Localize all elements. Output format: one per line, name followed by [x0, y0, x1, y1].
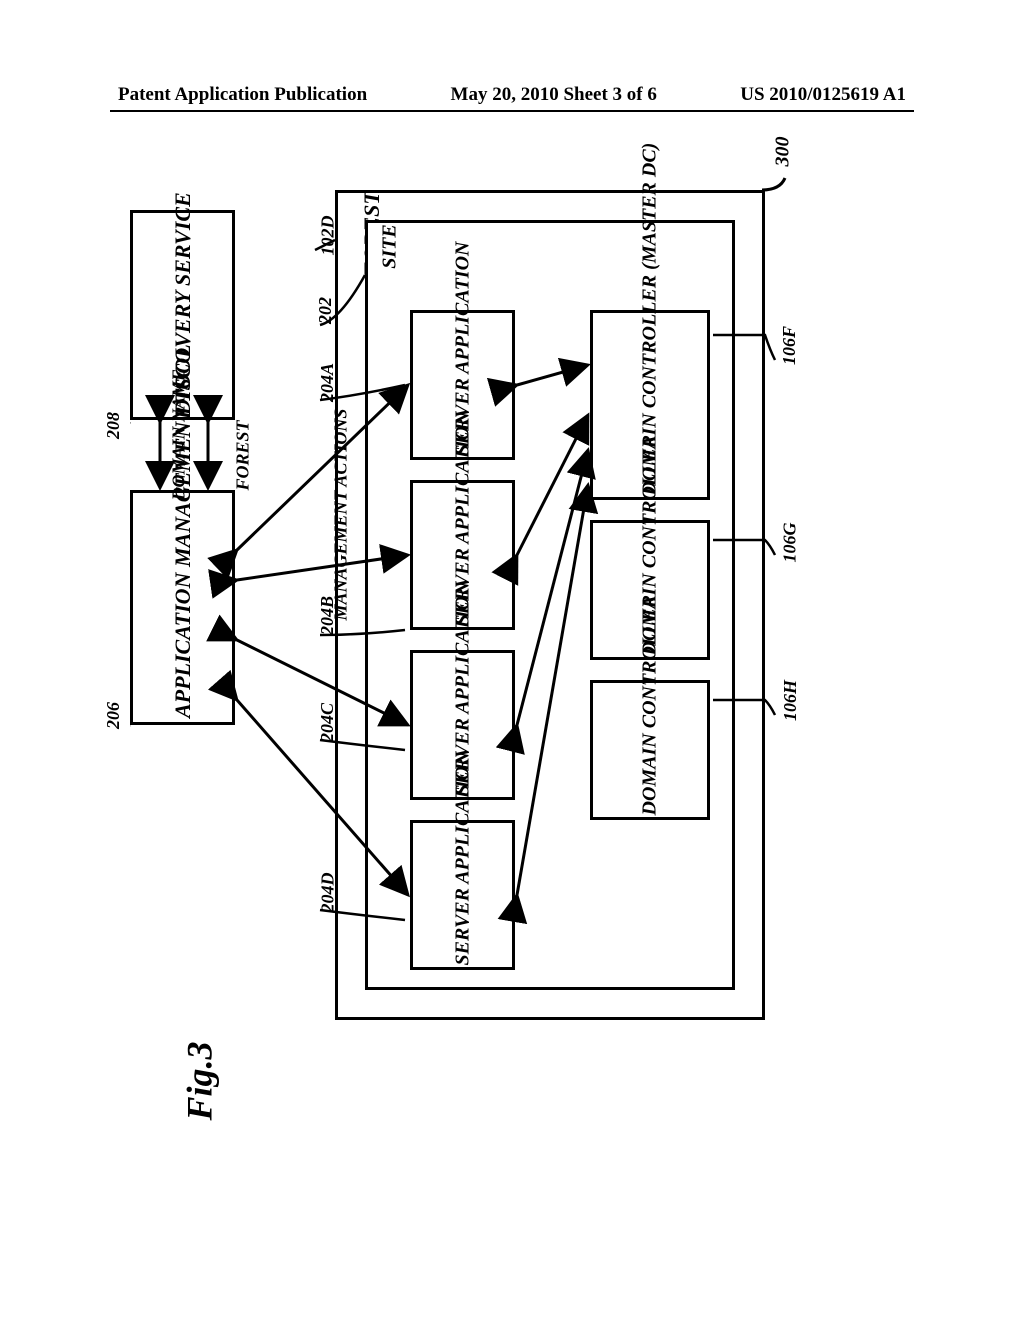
- label-102d: 102D: [308, 225, 348, 246]
- label-106g: 106G: [770, 532, 810, 553]
- figure-label: Fig.3: [160, 1060, 239, 1102]
- app-mgmt-tool-box: APPLICATION MANAGEMENT TOOL: [130, 490, 235, 725]
- label-mgmt-actions: MANAGEMENT ACTIONS: [266, 535, 316, 556]
- label-forest-arrow: FOREST: [208, 445, 278, 466]
- label-204d: 204D: [308, 882, 348, 903]
- label-204a: 204A: [308, 372, 347, 393]
- app-mgmt-text: APPLICATION MANAGEMENT TOOL: [170, 498, 196, 718]
- label-208: 208: [100, 415, 127, 436]
- label-202: 202: [312, 300, 339, 321]
- header-left: Patent Application Publication: [118, 84, 367, 106]
- label-106h: 106H: [770, 690, 811, 711]
- figure-ref-300: 300: [768, 140, 798, 163]
- header-center: May 20, 2010 Sheet 3 of 6: [451, 84, 657, 106]
- label-domain-name: DOMAIN NAME: [124, 435, 168, 456]
- label-204c: 204C: [308, 712, 347, 733]
- page-header: Patent Application Publication May 20, 2…: [0, 84, 1024, 106]
- dc-box-h: DOMAIN CONTROLLER: [590, 680, 710, 820]
- diagram: 300 FOREST SITE DOMAIN CONTROLLER (MASTE…: [130, 140, 810, 1160]
- server-app-d-text: SERVER APPLICATION: [451, 825, 474, 965]
- header-right: US 2010/0125619 A1: [740, 84, 906, 106]
- site-label: SITE: [379, 217, 402, 277]
- label-106f: 106F: [770, 335, 809, 356]
- header-rule: [110, 110, 914, 112]
- label-206: 206: [100, 705, 127, 726]
- server-app-d: SERVER APPLICATION: [410, 820, 515, 970]
- dc-text-h: DOMAIN CONTROLLER: [639, 685, 662, 815]
